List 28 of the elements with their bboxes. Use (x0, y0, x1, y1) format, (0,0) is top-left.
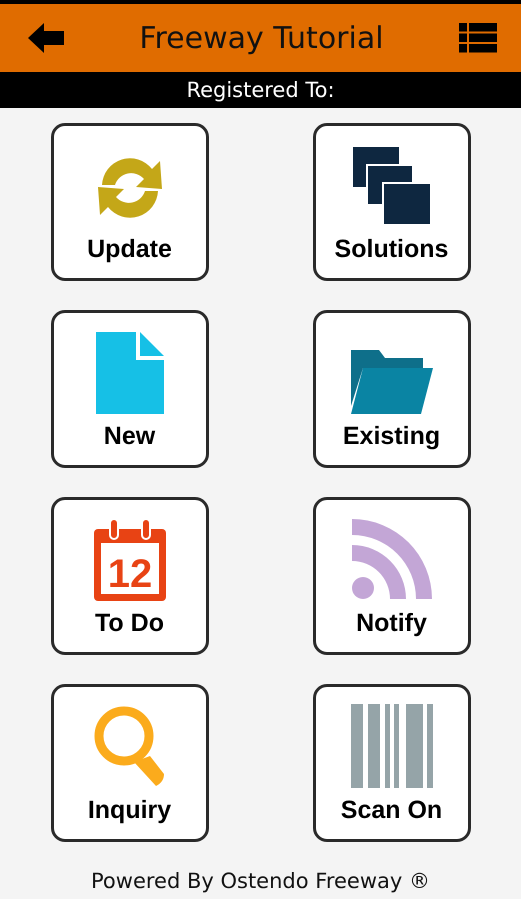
registration-label: Registered To: (186, 78, 335, 102)
menu-tile[interactable]: Update (50, 123, 208, 281)
app-title: Freeway Tutorial (139, 20, 384, 56)
magnifier-icon (94, 706, 166, 788)
list-icon (458, 23, 497, 53)
tile-label: Scan On (340, 796, 442, 825)
tile-label: Notify (356, 609, 427, 638)
tile-label: Inquiry (88, 796, 172, 825)
barcode-icon (350, 704, 432, 788)
tile-label: Existing (342, 422, 440, 451)
document-icon (96, 332, 164, 414)
menu-tile[interactable]: Notify (312, 497, 470, 655)
tile-label: New (104, 422, 156, 451)
tile-label: Solutions (334, 235, 448, 264)
stacked-squares-icon (350, 145, 432, 227)
menu-tile[interactable]: Scan On (312, 684, 470, 842)
tile-label: Update (87, 235, 172, 264)
menu-tile[interactable]: Solutions (312, 123, 470, 281)
menu-button[interactable] (458, 23, 497, 53)
back-button[interactable] (28, 23, 64, 53)
menu-tile[interactable]: 12 To Do (50, 497, 208, 655)
menu-tile[interactable]: Inquiry (50, 684, 208, 842)
back-arrow-icon (28, 23, 64, 53)
tile-label: To Do (95, 609, 164, 638)
powered-by-text: Powered By Ostendo Freeway ® (91, 869, 430, 893)
menu-tile[interactable]: New (50, 310, 208, 468)
feed-icon (352, 519, 432, 601)
menu-tile[interactable]: Existing (312, 310, 470, 468)
